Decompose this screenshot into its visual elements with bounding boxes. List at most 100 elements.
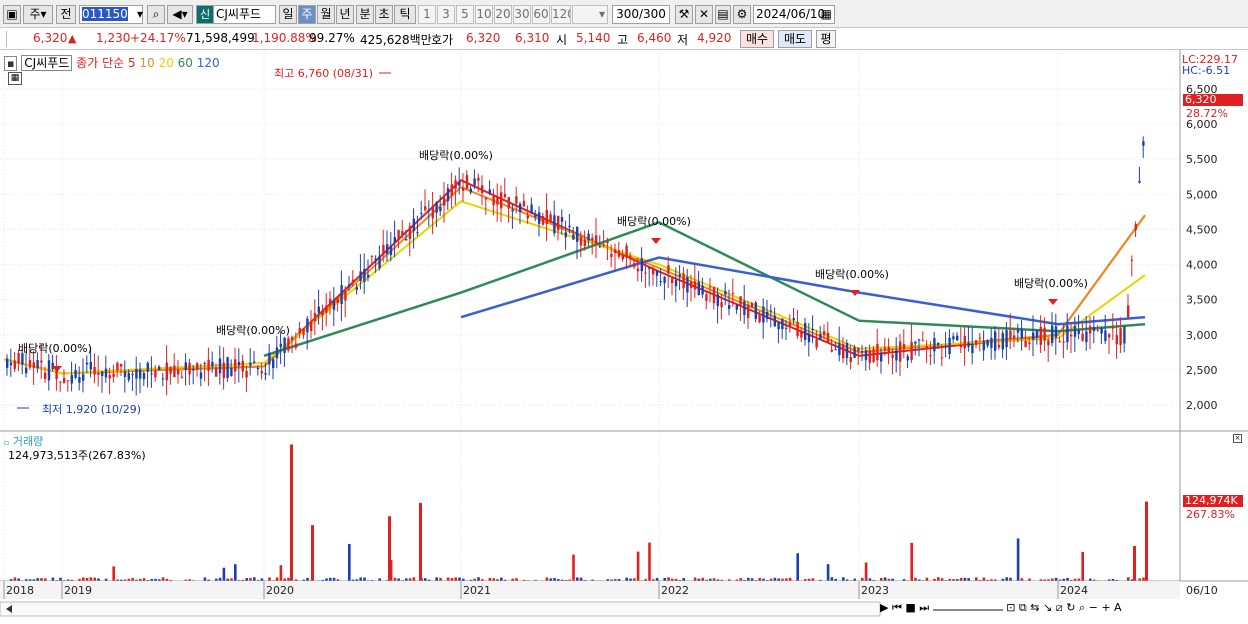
candle-body [823, 331, 825, 335]
high-annotation: 최고 6,760 (08/31) [274, 65, 373, 81]
copy-icon[interactable]: ⧉ [1019, 601, 1027, 614]
refresh-icon[interactable]: ↻ [1066, 601, 1075, 614]
candle-body [926, 346, 928, 349]
chart-tool-icon[interactable]: ⚒ [675, 5, 693, 24]
interval-10[interactable]: 10 [475, 5, 493, 24]
market-select[interactable]: 주▾ [23, 5, 53, 24]
candle-body [625, 246, 627, 257]
candle-body [261, 371, 263, 373]
candle-body [694, 281, 696, 289]
volume-panel-close-icon[interactable]: × [1233, 434, 1242, 443]
tab-period-minute[interactable]: 분 [356, 5, 374, 24]
price-chart[interactable]: 201820192020202120222023202406/10 6,5006… [0, 50, 1248, 621]
tab-period-week[interactable]: 주 [298, 5, 316, 24]
interval-5[interactable]: 5 [456, 5, 474, 24]
tab-period-tick[interactable]: 틱 [394, 5, 416, 24]
price-tick-label: 3,000 [1186, 329, 1218, 342]
interval-30[interactable]: 30 [513, 5, 531, 24]
current-pct-label: 28.72% [1186, 107, 1228, 120]
sell-button[interactable]: 매도 [778, 30, 812, 48]
candle-body [485, 198, 487, 200]
low-annotation: 최저 1,920 (10/29) [42, 401, 141, 417]
zoom-in-icon[interactable]: + [1101, 601, 1110, 614]
candle-body [394, 237, 396, 242]
interval-3[interactable]: 3 [437, 5, 455, 24]
candle-body [663, 277, 665, 283]
candle-body [215, 368, 217, 377]
candle-body [922, 340, 924, 341]
speaker-icon[interactable]: ◀▾ [167, 5, 193, 24]
candle-body [249, 363, 251, 366]
scroll-first-icon[interactable]: ⏮ [892, 601, 902, 614]
candle-body [435, 202, 437, 212]
chart-area[interactable]: 201820192020202120222023202406/10 6,5006… [0, 50, 1248, 621]
candle-body [736, 305, 738, 309]
zoom-out-icon[interactable]: − [1089, 601, 1098, 614]
interval-120[interactable]: 120 [551, 5, 571, 24]
candle-body [74, 370, 76, 378]
legend-ma20: 20 [159, 56, 174, 70]
interval-1[interactable]: 1 [418, 5, 436, 24]
prev-button[interactable]: 전 [56, 5, 76, 24]
search-icon[interactable]: ⌕ [147, 5, 165, 24]
candle-body [413, 219, 415, 231]
toggle-icon[interactable]: ⇆ [1030, 601, 1039, 614]
candle-body [842, 344, 844, 358]
volume-bar [253, 577, 256, 581]
volume-pct-label: 267.83% [1186, 508, 1235, 521]
image-icon[interactable]: ⧄ [1056, 601, 1063, 614]
volume-bar [162, 577, 165, 581]
stop-icon[interactable]: ■ [905, 601, 915, 614]
ratio-value: 99.27% [309, 31, 355, 45]
candle-body [1112, 328, 1114, 329]
scroll-right-icon[interactable]: ▶ [880, 601, 888, 614]
arrow-icon[interactable]: ↘ [1043, 601, 1052, 614]
buy-button[interactable]: 매수 [740, 30, 774, 48]
save-icon[interactable]: ▤ [715, 5, 731, 24]
candle-body [1123, 327, 1125, 344]
zoom-slider[interactable] [933, 603, 1003, 611]
date-value: 2024/06/10 [756, 7, 825, 21]
date-input[interactable]: 2024/06/10▦ [753, 5, 835, 24]
tab-period-day[interactable]: 일 [279, 5, 297, 24]
evaluate-button[interactable]: 평 [816, 30, 836, 48]
crosshair-icon[interactable]: ✕ [695, 5, 713, 24]
interval-60[interactable]: 60 [532, 5, 550, 24]
candle-body [116, 363, 118, 370]
volume-bar [234, 564, 237, 581]
code-dropdown-icon[interactable]: ▾ [134, 6, 146, 25]
tab-period-second[interactable]: 초 [375, 5, 393, 24]
interval-custom-select[interactable]: ▾ [572, 5, 608, 24]
scroll-last-icon[interactable]: ⏭ [919, 601, 929, 614]
candle-body [720, 302, 722, 307]
trade-volume: 71,598,499 [186, 31, 255, 45]
candle-body [899, 342, 901, 362]
legend-stock-name[interactable]: CJ씨푸드 [21, 55, 72, 71]
candle-body [314, 313, 316, 321]
tool-icon[interactable]: ⊡ [1006, 601, 1015, 614]
candle-body [192, 369, 194, 371]
legend-ma120: 120 [197, 56, 220, 70]
gear-icon[interactable]: ⚙ [733, 5, 751, 24]
tab-period-month[interactable]: 월 [317, 5, 335, 24]
candle-body [1135, 224, 1137, 230]
interval-20[interactable]: 20 [494, 5, 512, 24]
hoga-label: 호가 [431, 31, 453, 48]
candle-body [105, 369, 107, 378]
tab-period-year[interactable]: 년 [336, 5, 354, 24]
candle-body [287, 338, 289, 350]
candle-body [401, 231, 403, 235]
calendar-icon[interactable]: ▦ [821, 6, 832, 23]
chart-menu-icon[interactable]: ▪ [4, 56, 17, 71]
volume-bar [827, 564, 830, 581]
zoom-search-icon[interactable]: ⌕ [1079, 601, 1085, 614]
open-label: 시 [556, 31, 567, 48]
window-icon[interactable]: ▣ [3, 5, 21, 24]
candle-body [67, 380, 69, 381]
legend-ma60: 60 [178, 56, 193, 70]
count-input[interactable]: 300/300 [612, 5, 670, 24]
volume-info: 124,973,513주(267.83%) [8, 447, 146, 463]
calculator-icon[interactable]: ▦ [8, 72, 22, 85]
text-size-icon[interactable]: A [1114, 601, 1122, 614]
stock-name-field[interactable]: CJ씨푸드 [214, 5, 276, 24]
